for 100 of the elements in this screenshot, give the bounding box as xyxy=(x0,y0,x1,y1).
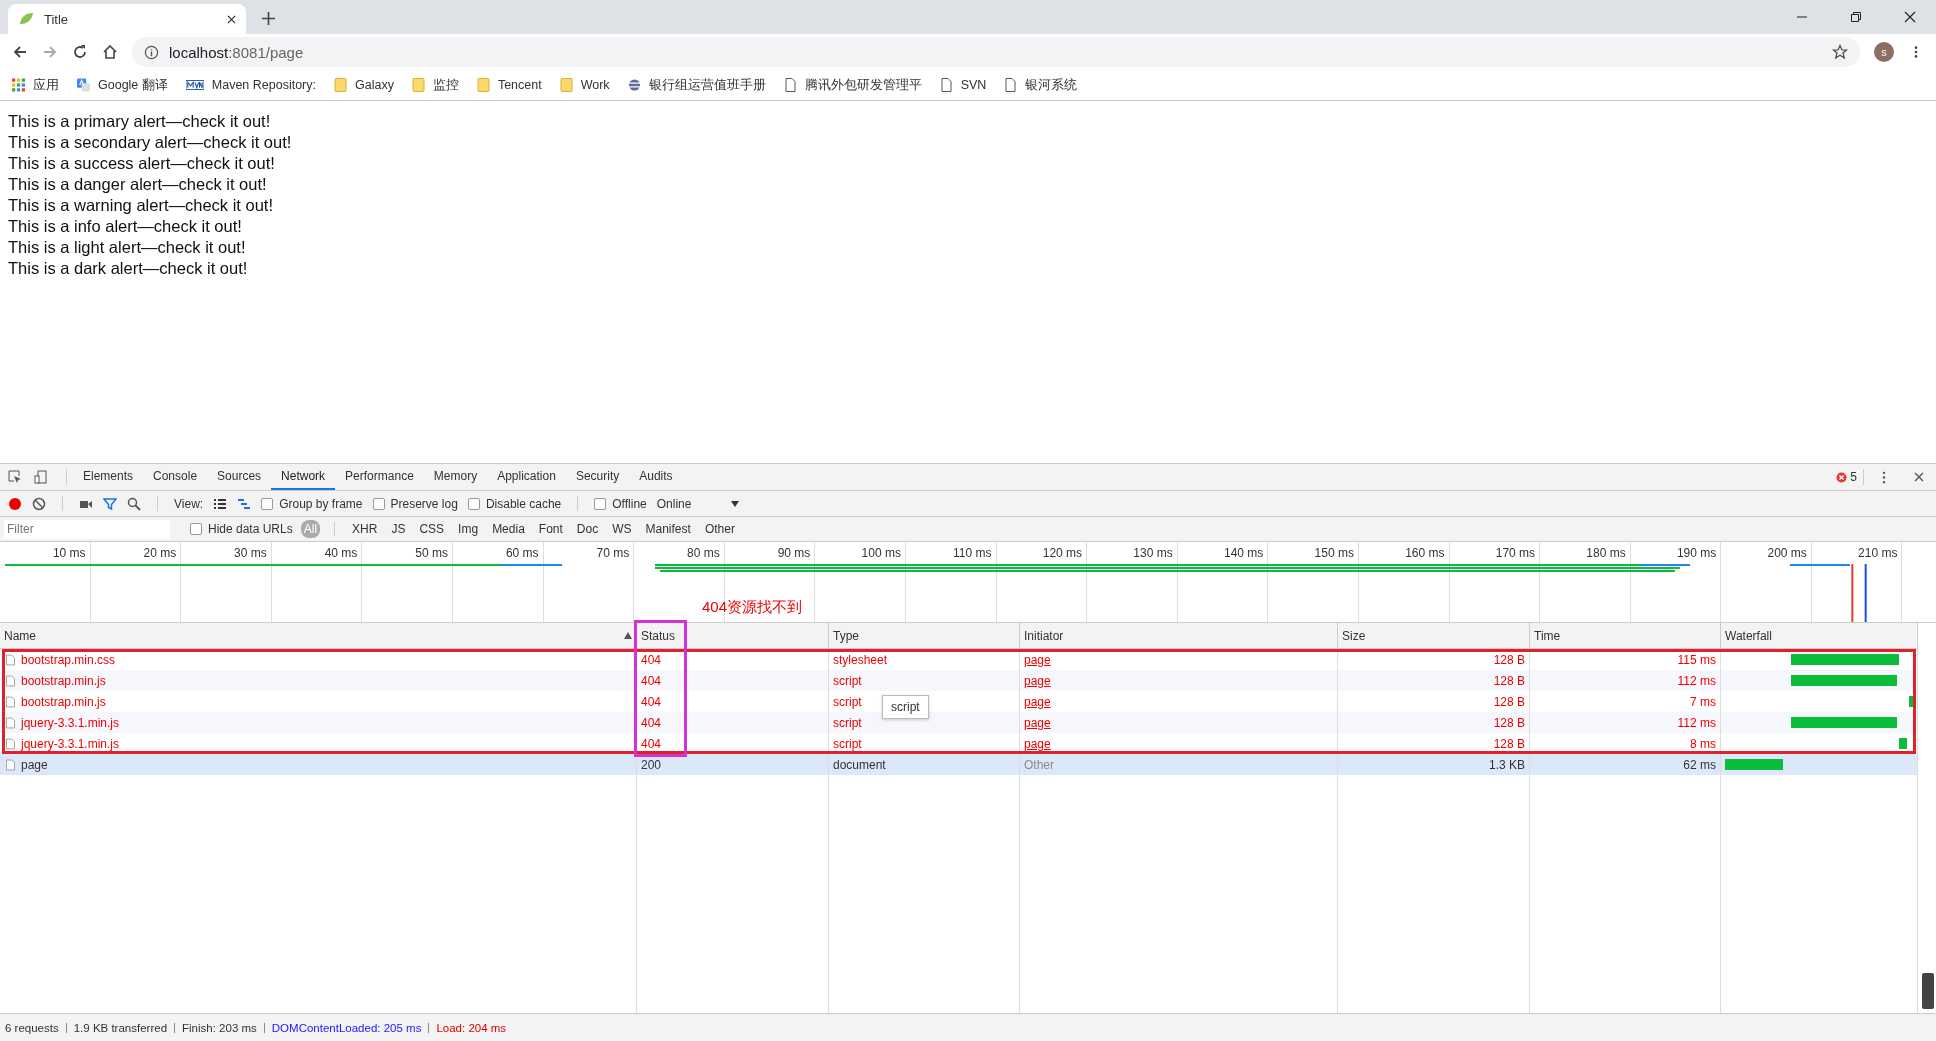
scrollbar[interactable] xyxy=(1922,973,1934,1009)
type-filter-button[interactable]: Other xyxy=(701,520,738,538)
devtools-tab[interactable]: Audits xyxy=(629,464,683,490)
time-tick-label: 160 ms xyxy=(1405,546,1445,560)
devtools-tab[interactable]: Elements xyxy=(73,464,144,490)
time-tick-label: 70 ms xyxy=(596,546,630,560)
checkbox-option[interactable]: Group by frame xyxy=(261,496,363,511)
device-toolbar-icon[interactable] xyxy=(34,470,48,484)
column-header[interactable]: Initiator xyxy=(1020,623,1338,648)
checkbox[interactable] xyxy=(372,497,385,510)
column-header[interactable]: Waterfall xyxy=(1721,623,1918,648)
alert-text: This is a primary alert—check it out! xyxy=(8,111,271,132)
checkbox[interactable] xyxy=(594,497,607,510)
list-view-icon[interactable] xyxy=(213,496,228,511)
close-icon[interactable] xyxy=(1914,472,1924,482)
devtools-tab[interactable]: Security xyxy=(565,464,630,490)
type-filter-button[interactable]: Manifest xyxy=(642,520,694,538)
bookmark-item[interactable]: 腾讯外包研发管理平 xyxy=(783,76,922,94)
type-filter-button[interactable]: Doc xyxy=(573,520,602,538)
star-icon[interactable] xyxy=(1832,44,1848,60)
bookmark-item[interactable]: 银行组运营值班手册 xyxy=(627,76,766,94)
initiator-link[interactable]: page xyxy=(1024,736,1051,751)
profile-avatar[interactable]: s xyxy=(1874,42,1894,62)
time-tick-label: 210 ms xyxy=(1858,546,1898,560)
devtools-tab[interactable]: Console xyxy=(143,464,208,490)
checkbox-option[interactable]: Offline xyxy=(594,496,647,511)
time-tick-label: 90 ms xyxy=(777,546,811,560)
error-count[interactable]: 5 xyxy=(1850,470,1857,484)
devtools-tab[interactable]: Application xyxy=(487,464,566,490)
search-icon[interactable] xyxy=(127,496,141,511)
column-header[interactable]: Type xyxy=(829,623,1020,648)
folder-icon xyxy=(559,78,573,92)
request-row[interactable]: page 200 document Other 1.3 KB 62 ms xyxy=(0,754,1918,775)
type-filter-button[interactable]: Media xyxy=(489,520,528,538)
more-icon[interactable] xyxy=(1882,470,1886,484)
inspect-icon[interactable] xyxy=(8,470,22,484)
back-arrow-icon[interactable] xyxy=(12,44,28,60)
devtools-tab[interactable]: Sources xyxy=(207,464,272,490)
bookmark-item[interactable]: Galaxy xyxy=(334,78,394,92)
file-icon xyxy=(6,737,15,750)
status-code: 200 xyxy=(641,757,662,772)
restore-icon[interactable] xyxy=(1850,11,1862,23)
checkbox-option[interactable]: Disable cache xyxy=(467,496,562,511)
type-filter-button[interactable]: Img xyxy=(455,520,482,538)
status-code: 404 xyxy=(641,652,662,667)
reload-icon[interactable] xyxy=(72,44,88,60)
bookmark-item[interactable]: 应用 xyxy=(12,76,59,94)
column-header[interactable]: Time xyxy=(1530,623,1721,648)
file-name: jquery-3.3.1.min.js xyxy=(21,715,120,730)
checkbox-option[interactable]: Hide data URLs xyxy=(190,522,293,536)
bookmark-item[interactable]: SVN xyxy=(939,78,987,92)
type-filter-button[interactable]: JS xyxy=(388,520,409,538)
info-icon xyxy=(144,44,159,60)
checkbox[interactable] xyxy=(190,523,202,535)
folder-icon xyxy=(411,78,425,92)
filter-field[interactable]: Filter xyxy=(4,519,170,539)
record-icon[interactable] xyxy=(8,496,22,511)
close-icon[interactable] xyxy=(227,14,236,24)
tooltip: script xyxy=(882,695,929,719)
home-icon[interactable] xyxy=(102,44,118,60)
column-header[interactable]: Size xyxy=(1338,623,1530,648)
status-text: 6 requests xyxy=(5,1021,59,1034)
initiator-link[interactable]: page xyxy=(1024,715,1051,730)
clear-icon[interactable] xyxy=(32,496,46,511)
type-filter-button[interactable]: XHR xyxy=(349,520,381,538)
more-icon[interactable] xyxy=(1914,45,1918,59)
request-row[interactable]: bootstrap.min.js 404 script page 128 B 112 ms xyxy=(0,670,1918,691)
initiator-text: Other xyxy=(1024,757,1054,772)
browser-tab[interactable]: Title xyxy=(8,4,246,34)
bookmark-item[interactable]: Work xyxy=(559,78,610,92)
devtools-tab[interactable]: Performance xyxy=(335,464,424,490)
bookmark-item[interactable]: 银河系统 xyxy=(1004,76,1078,94)
column-header[interactable]: Name xyxy=(0,623,637,648)
maven-logo-icon xyxy=(185,79,204,91)
bookmark-item[interactable]: 监控 xyxy=(411,76,459,94)
time-tick-label: 120 ms xyxy=(1042,546,1083,560)
type-filter-button[interactable]: Font xyxy=(535,520,566,538)
close-icon[interactable] xyxy=(1904,11,1916,23)
initiator-link[interactable]: page xyxy=(1024,652,1051,667)
waterfall-view-icon[interactable] xyxy=(237,496,252,511)
initiator-link[interactable]: page xyxy=(1024,694,1051,709)
alert-text: This is a danger alert—check it out! xyxy=(8,174,267,195)
bookmark-item[interactable]: Google 翻译 xyxy=(77,76,168,94)
throttling-dropdown[interactable]: Online xyxy=(656,496,740,511)
devtools-tab[interactable]: Memory xyxy=(423,464,488,490)
checkbox[interactable] xyxy=(467,497,480,510)
plus-icon[interactable] xyxy=(262,12,275,25)
bookmark-item[interactable]: Tencent xyxy=(476,78,542,92)
bookmark-item[interactable]: Maven Repository: xyxy=(185,78,316,92)
status-code: 404 xyxy=(641,715,662,730)
address-field[interactable]: localhost:8081/page xyxy=(132,37,1860,67)
filter-icon[interactable] xyxy=(103,496,117,511)
time-tick-label: 190 ms xyxy=(1676,546,1717,560)
column-header[interactable]: Status xyxy=(637,623,829,648)
time-value: 112 ms xyxy=(1677,715,1716,730)
type-filter-button[interactable]: CSS xyxy=(416,520,448,538)
checkbox[interactable] xyxy=(261,497,274,510)
checkbox-option[interactable]: Preserve log xyxy=(372,496,458,511)
type-filter-button[interactable]: WS xyxy=(609,520,635,538)
initiator-link[interactable]: page xyxy=(1024,673,1051,688)
